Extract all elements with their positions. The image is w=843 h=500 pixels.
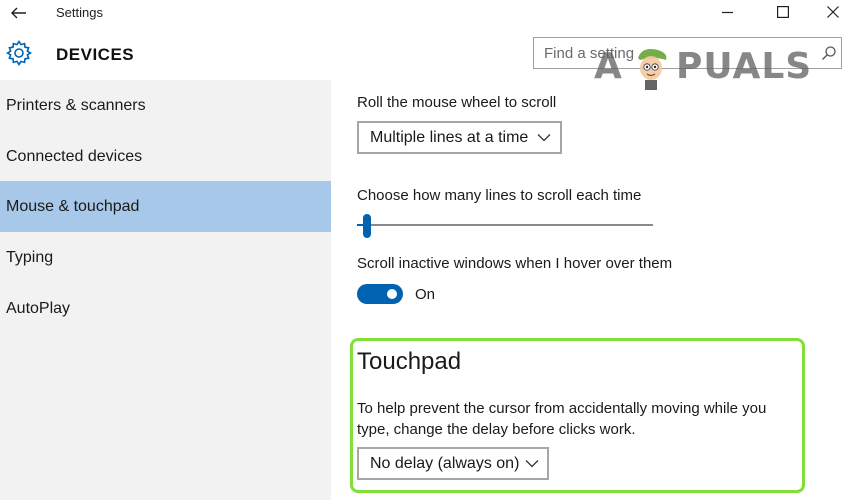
slider-thumb[interactable] (363, 214, 371, 238)
slider-track (357, 224, 653, 226)
scroll-inactive-toggle[interactable] (357, 284, 403, 304)
toggle-state-label: On (415, 286, 436, 303)
page-title: DEVICES (56, 45, 135, 64)
toggle-knob (387, 289, 397, 299)
gear-icon (6, 40, 32, 66)
window-title: Settings (56, 5, 103, 20)
sidebar-item-connected-devices[interactable]: Connected devices (0, 131, 331, 182)
touchpad-heading: Touchpad (357, 348, 462, 375)
back-button[interactable] (6, 2, 32, 24)
settings-content: Roll the mouse wheel to scroll Multiple … (331, 80, 843, 500)
lines-to-scroll-label: Choose how many lines to scroll each tim… (357, 187, 642, 204)
search-input[interactable] (534, 38, 804, 68)
sidebar-item-mouse-touchpad[interactable]: Mouse & touchpad (0, 181, 331, 232)
touchpad-delay-dropdown[interactable]: No delay (always on) (357, 447, 549, 480)
settings-window: Settings DEVICES Find a setting A PUALS … (0, 0, 843, 500)
touchpad-delay-value: No delay (always on) (370, 455, 520, 472)
sidebar-item-printers-scanners[interactable]: Printers & scanners (0, 80, 331, 131)
page-header: DEVICES (0, 28, 843, 80)
close-icon (827, 6, 839, 18)
touchpad-description: To help prevent the cursor from accident… (357, 400, 767, 438)
maximize-button[interactable] (760, 0, 806, 26)
sidebar-item-autoplay[interactable]: AutoPlay (0, 283, 331, 334)
title-bar: Settings (0, 0, 843, 28)
scroll-mode-dropdown[interactable]: Multiple lines at a time (357, 121, 562, 154)
sidebar: Printers & scanners Connected devices Mo… (0, 80, 331, 500)
scroll-inactive-label: Scroll inactive windows when I hover ove… (357, 255, 673, 272)
lines-to-scroll-slider[interactable] (357, 214, 653, 238)
scroll-wheel-label: Roll the mouse wheel to scroll (357, 94, 557, 111)
sidebar-item-typing[interactable]: Typing (0, 232, 331, 283)
chevron-down-icon (537, 134, 551, 142)
close-button[interactable] (810, 0, 843, 26)
back-arrow-icon (11, 7, 26, 19)
search-box[interactable] (533, 37, 842, 69)
chevron-down-icon (525, 460, 539, 468)
maximize-icon (777, 6, 789, 18)
minimize-button[interactable] (705, 0, 751, 26)
minimize-icon (722, 11, 733, 14)
search-icon[interactable] (821, 45, 837, 61)
scroll-mode-value: Multiple lines at a time (370, 129, 529, 146)
